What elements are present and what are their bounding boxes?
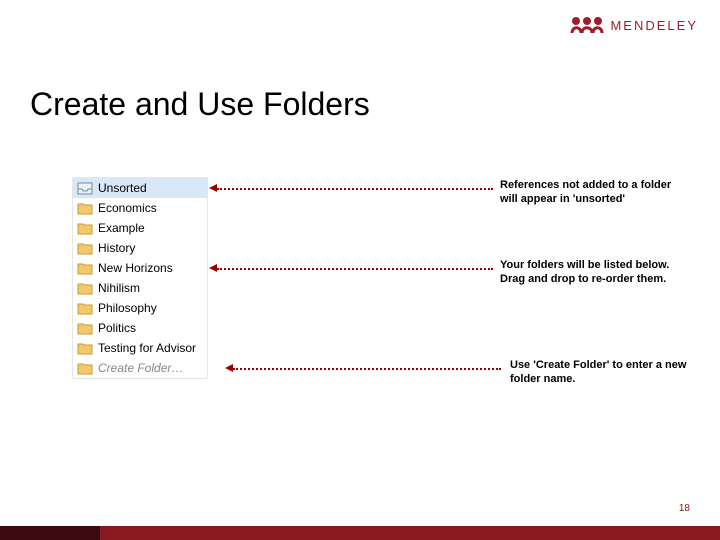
- page-title: Create and Use Folders: [30, 86, 370, 123]
- folder-item[interactable]: History: [73, 238, 207, 258]
- footer-bar: [0, 526, 720, 540]
- folder-icon: [77, 282, 93, 295]
- annotation-arrow: [217, 268, 493, 270]
- folder-icon: [77, 242, 93, 255]
- folder-label: Create Folder…: [98, 361, 183, 375]
- folder-list: Unsorted Economics Example History New H…: [72, 177, 208, 379]
- folder-icon: [77, 342, 93, 355]
- arrow-icon: [209, 184, 217, 192]
- folder-item[interactable]: Example: [73, 218, 207, 238]
- folder-label: Unsorted: [98, 181, 147, 195]
- folder-label: Example: [98, 221, 145, 235]
- folder-item[interactable]: Politics: [73, 318, 207, 338]
- annotation-create: Use 'Create Folder' to enter a new folde…: [510, 358, 700, 387]
- create-folder-item[interactable]: Create Folder…: [73, 358, 207, 378]
- mendeley-icon: [570, 16, 604, 34]
- folder-icon: [77, 362, 93, 375]
- brand-name: MENDELEY: [610, 18, 698, 33]
- annotation-list: Your folders will be listed below. Drag …: [500, 258, 690, 287]
- folder-label: Politics: [98, 321, 136, 335]
- folder-item[interactable]: Economics: [73, 198, 207, 218]
- folder-item[interactable]: Philosophy: [73, 298, 207, 318]
- folder-label: History: [98, 241, 135, 255]
- folder-item[interactable]: Nihilism: [73, 278, 207, 298]
- inbox-icon: [77, 182, 93, 195]
- folder-label: Economics: [98, 201, 157, 215]
- folder-label: Philosophy: [98, 301, 157, 315]
- annotation-unsorted: References not added to a folder will ap…: [500, 178, 690, 207]
- folder-item[interactable]: Testing for Advisor: [73, 338, 207, 358]
- folder-item-unsorted[interactable]: Unsorted: [73, 178, 207, 198]
- folder-icon: [77, 322, 93, 335]
- folder-icon: [77, 262, 93, 275]
- folder-label: New Horizons: [98, 261, 173, 275]
- annotation-arrow: [217, 188, 493, 190]
- folder-label: Testing for Advisor: [98, 341, 196, 355]
- page-number: 18: [679, 503, 690, 514]
- folder-icon: [77, 222, 93, 235]
- folder-item[interactable]: New Horizons: [73, 258, 207, 278]
- folder-label: Nihilism: [98, 281, 140, 295]
- folder-icon: [77, 202, 93, 215]
- annotation-arrow: [233, 368, 501, 370]
- folder-icon: [77, 302, 93, 315]
- arrow-icon: [209, 264, 217, 272]
- brand-logo: MENDELEY: [570, 16, 698, 34]
- arrow-icon: [225, 364, 233, 372]
